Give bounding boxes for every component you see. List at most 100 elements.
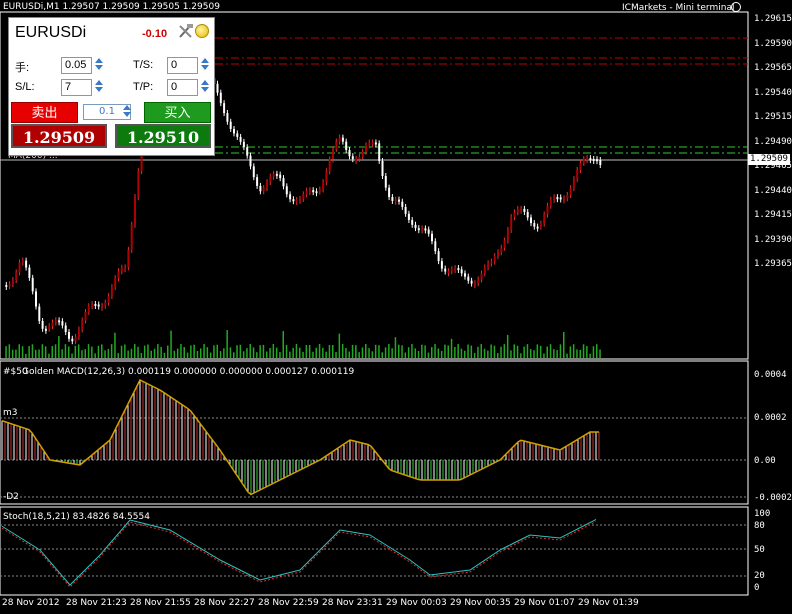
candle-body (239, 136, 242, 142)
candle-body (87, 306, 90, 313)
candle-body (530, 217, 532, 224)
candle-body (513, 212, 516, 218)
candle-body (275, 173, 278, 176)
candle-body (510, 217, 513, 230)
candle-body (341, 137, 344, 142)
candle-body (506, 229, 509, 241)
volume-bar (384, 347, 387, 358)
candle-body (28, 267, 31, 278)
sl-input[interactable]: 7 (61, 79, 92, 96)
candle-body (94, 303, 97, 306)
volume-bar (444, 344, 446, 358)
volume-bar (117, 353, 119, 358)
volume-bar (190, 345, 192, 358)
volume-bar (266, 351, 268, 358)
macd-m3-label: m3 (3, 408, 18, 418)
candle-body (38, 306, 41, 321)
candle-body (381, 160, 384, 177)
sl-spinner[interactable] (93, 79, 104, 96)
volume-bar (345, 347, 347, 358)
candle-body (322, 182, 325, 190)
candle-body (11, 280, 14, 285)
coin-icon[interactable] (195, 24, 209, 38)
volume-bar (374, 344, 377, 358)
volume-bar (513, 344, 515, 358)
volume-bar (236, 345, 238, 358)
tools-icon[interactable] (177, 23, 195, 39)
chart-window: EURUSDi,M1 1.29507 1.29509 1.29505 1.295… (0, 0, 792, 614)
tp-spinner[interactable] (199, 79, 210, 96)
volume-bar (506, 334, 509, 358)
volume-bar (64, 344, 67, 358)
volume-bar (447, 345, 449, 358)
volume-bar (173, 350, 176, 358)
volume-bar (450, 338, 453, 358)
lots-spinner[interactable] (93, 57, 104, 74)
lots-input[interactable]: 0.05 (61, 57, 92, 74)
volume-bar (378, 345, 380, 358)
volume-bar (335, 351, 337, 358)
volume-bar (487, 350, 489, 358)
candle-body (358, 156, 361, 159)
candle-body (305, 190, 308, 195)
candle-body (398, 199, 400, 202)
volume-bar (226, 330, 228, 358)
candle-body (338, 137, 341, 142)
candle-body (437, 251, 440, 262)
volume-bar (398, 344, 400, 358)
candle-body (559, 197, 562, 200)
buy-price-button[interactable]: 1.29510 (115, 124, 211, 148)
candle-body (117, 271, 120, 279)
volume-bar (170, 330, 172, 358)
volume-bar (61, 349, 63, 358)
volume-bar (440, 350, 443, 358)
candle-body (553, 197, 556, 200)
volume-bar (401, 345, 403, 358)
volume-bar (348, 351, 350, 358)
volume-bar (81, 350, 83, 358)
volume-bar (566, 353, 568, 358)
candle-body (563, 198, 565, 201)
volume-bar (137, 346, 139, 358)
candle-body (368, 142, 371, 146)
volume-bar (28, 346, 30, 358)
sell-price-button[interactable]: 1.29509 (11, 124, 107, 148)
broker-label: ICMarkets - Mini terminal (622, 3, 735, 13)
volume-bar (572, 344, 575, 358)
stoch-axis-20: 20 (754, 571, 765, 581)
sell-button[interactable]: 卖出 (11, 102, 78, 123)
candle-body (308, 190, 311, 193)
candle-body (477, 279, 480, 284)
candle-body (272, 173, 275, 177)
volume-bar (315, 347, 317, 358)
volume-bar (546, 346, 548, 358)
candle-body (51, 322, 54, 327)
volume-bar (500, 346, 502, 358)
volume-bar (599, 349, 601, 358)
volume-bar (355, 345, 357, 358)
volume-bar (467, 344, 469, 358)
candle-body (269, 176, 272, 182)
buy-button[interactable]: 买入 (144, 102, 211, 123)
candle-body (523, 208, 526, 213)
time-axis-label: 28 Nov 21:23 (66, 598, 127, 608)
candle-body (41, 320, 44, 329)
candle-body (335, 141, 338, 149)
candle-body (454, 268, 457, 271)
candle-body (444, 268, 447, 272)
volume-bar (233, 352, 235, 358)
volume-bar (229, 347, 232, 358)
volume-bar (84, 349, 86, 358)
volume-bar (25, 353, 27, 358)
price-axis-label: 1.29540 (754, 87, 792, 98)
lot-step-spinner[interactable] (121, 104, 132, 120)
ts-input[interactable]: 0 (167, 57, 198, 74)
volume-bar (520, 353, 522, 358)
volume-bar (87, 344, 90, 358)
ts-spinner[interactable] (199, 57, 210, 74)
tp-input[interactable]: 0 (167, 79, 198, 96)
volume-bar (239, 344, 242, 358)
volume-bar (209, 352, 212, 358)
candle-body (249, 155, 252, 167)
volume-bar (259, 345, 261, 358)
